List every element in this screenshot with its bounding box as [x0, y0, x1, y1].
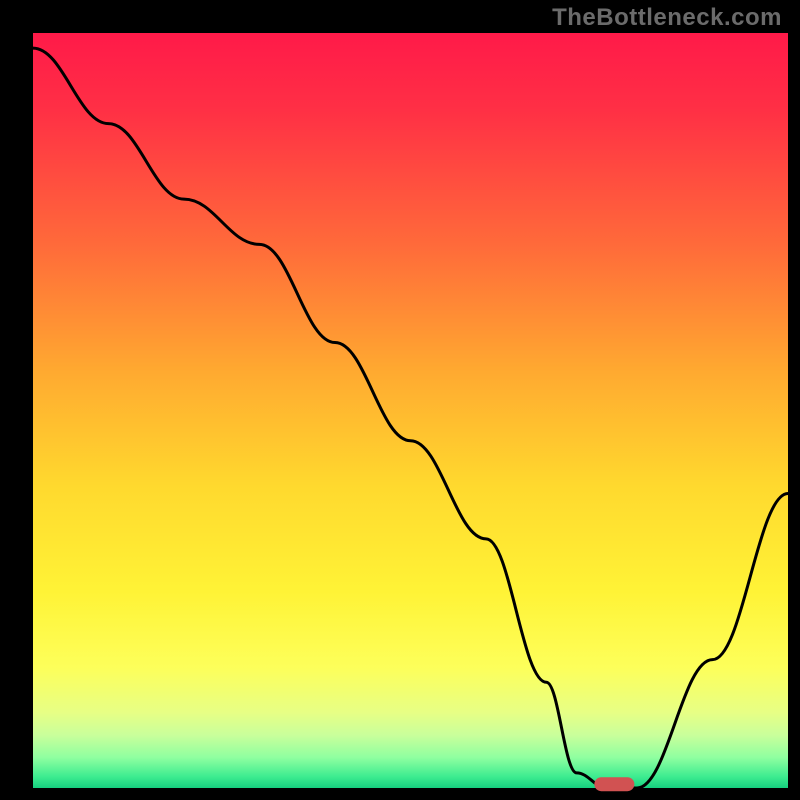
chart-canvas: [0, 0, 800, 800]
watermark-text: TheBottleneck.com: [552, 4, 782, 32]
gradient-background: [33, 33, 788, 788]
bottleneck-chart: TheBottleneck.com: [0, 0, 800, 800]
optimal-marker: [594, 777, 634, 791]
